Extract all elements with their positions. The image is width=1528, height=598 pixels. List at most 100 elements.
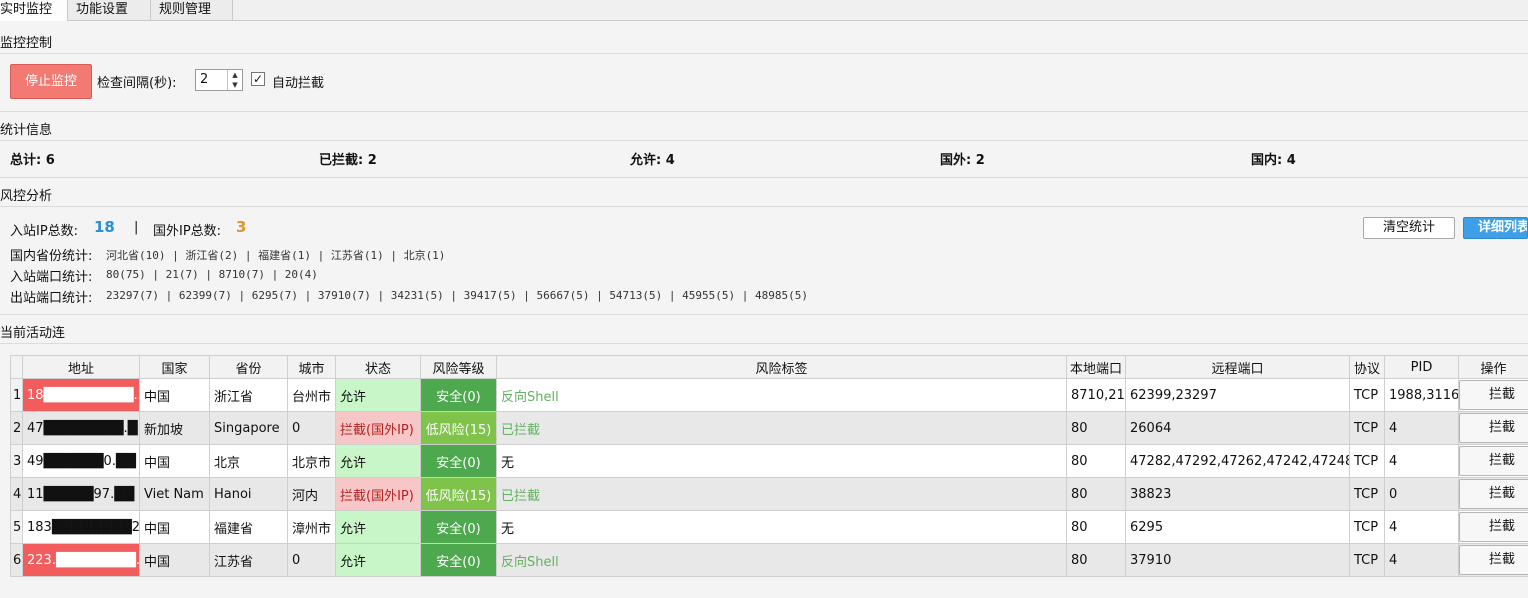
- col-header-province[interactable]: 省份: [209, 355, 288, 379]
- cell-city: 台州市: [287, 378, 336, 412]
- interval-spinbox[interactable]: 2 ▲ ▼: [195, 69, 243, 91]
- foreign-ip-total-value: 3: [236, 218, 247, 236]
- section-title-risk: 风控分析: [0, 189, 53, 204]
- cell-local-port: 8710,21: [1066, 378, 1126, 412]
- col-header-protocol[interactable]: 协议: [1349, 355, 1385, 379]
- cell-pid: 4: [1384, 444, 1459, 478]
- interval-value: 2: [200, 72, 209, 87]
- col-header-risk-level[interactable]: 风险等级: [420, 355, 497, 379]
- cell-protocol: TCP: [1349, 510, 1385, 544]
- cell-status: 允许: [335, 378, 421, 412]
- cell-risk-tag: 反向Shell: [496, 543, 1067, 577]
- cell-protocol: TCP: [1349, 378, 1385, 412]
- divider: [0, 343, 1528, 344]
- cell-pid: 1988,3116: [1384, 378, 1459, 412]
- cell-protocol: TCP: [1349, 444, 1385, 478]
- outbound-port-stats-values: 23297(7) | 62399(7) | 6295(7) | 37910(7)…: [106, 289, 808, 302]
- cell-country: 中国: [139, 543, 210, 577]
- block-button[interactable]: 拦截: [1459, 413, 1528, 443]
- tab-bar: 实时监控 功能设置 规则管理: [0, 0, 1528, 21]
- col-header-local-port[interactable]: 本地端口: [1066, 355, 1126, 379]
- cell-status: 允许: [335, 510, 421, 544]
- row-index: 3: [10, 444, 23, 478]
- table-row[interactable]: 4 11█████97.██ Viet Nam Hanoi 河内 拦截(国外IP) 低风险(…: [10, 477, 1528, 511]
- stop-monitor-button[interactable]: 停止监控: [10, 64, 92, 99]
- cell-country: Viet Nam: [139, 477, 210, 511]
- block-button[interactable]: 拦截: [1459, 545, 1528, 575]
- cell-remote-port: 6295: [1125, 510, 1350, 544]
- cell-risk-level: 安全(0): [420, 378, 497, 412]
- cell-remote-port: 26064: [1125, 411, 1350, 445]
- block-button[interactable]: 拦截: [1459, 446, 1528, 476]
- foreign-ip-total-label: 国外IP总数:: [153, 224, 222, 239]
- row-index: 1: [10, 378, 23, 412]
- stat-total: 总计: 6: [10, 153, 55, 168]
- block-button[interactable]: 拦截: [1459, 512, 1528, 542]
- cell-protocol: TCP: [1349, 411, 1385, 445]
- spin-arrows-icon[interactable]: ▲ ▼: [227, 70, 242, 90]
- table-row[interactable]: 6223.████████.22中国江苏省0允许安全(0)反向Shell8037…: [10, 543, 1528, 577]
- cell-country: 中国: [139, 444, 210, 478]
- col-header-address[interactable]: 地址: [22, 355, 140, 379]
- block-button[interactable]: 拦截: [1459, 380, 1528, 410]
- col-header-remote-port[interactable]: 远程端口: [1125, 355, 1350, 379]
- col-header-country[interactable]: 国家: [139, 355, 210, 379]
- tab-realtime-monitor[interactable]: 实时监控: [0, 0, 68, 21]
- cell-status: 允许: [335, 444, 421, 478]
- cell-province: Singapore: [209, 411, 288, 445]
- cell-local-port: 80: [1066, 444, 1126, 478]
- detail-list-button[interactable]: 详细列表: [1463, 217, 1528, 239]
- table-row[interactable]: 5183████████221中国福建省漳州市允许安全(0)无806295TCP…: [10, 510, 1528, 544]
- auto-block-label: 自动拦截: [272, 76, 325, 91]
- cell-action: 拦截: [1458, 411, 1528, 445]
- clear-stats-button[interactable]: 清空统计: [1363, 217, 1455, 239]
- cell-address: 18█████████.32: [22, 378, 140, 412]
- cell-province: 福建省: [209, 510, 288, 544]
- cell-remote-port: 47282,47292,47262,47242,47248: [1125, 444, 1350, 478]
- cell-country: 中国: [139, 510, 210, 544]
- cell-pid: 0: [1384, 477, 1459, 511]
- connections-table: 地址 国家 省份 城市 状态 风险等级 风险标签 本地端口 远程端口 协议 PI…: [10, 355, 1528, 577]
- stat-foreign: 国外: 2: [940, 153, 985, 168]
- cell-province: Hanoi: [209, 477, 288, 511]
- table-row[interactable]: 2 47████████.█1 新加坡 Singapore 0 拦截(国外IP) 低风险(1…: [10, 411, 1528, 445]
- tab-feature-settings[interactable]: 功能设置: [68, 0, 151, 20]
- tab-rule-management[interactable]: 规则管理: [151, 0, 233, 20]
- inbound-ip-total-label: 入站IP总数:: [10, 224, 79, 239]
- row-index: 5: [10, 510, 23, 544]
- cell-address: 49██████0.██: [22, 444, 140, 478]
- table-row[interactable]: 118█████████.32中国浙江省台州市允许安全(0)反向Shell871…: [10, 378, 1528, 412]
- cell-pid: 4: [1384, 510, 1459, 544]
- cell-risk-level: 低风险(15): [420, 477, 497, 511]
- cell-remote-port: 62399,23297: [1125, 378, 1350, 412]
- cell-risk-level: 安全(0): [420, 444, 497, 478]
- col-header-risk-tag[interactable]: 风险标签: [496, 355, 1067, 379]
- divider: [0, 206, 1528, 207]
- col-header-city[interactable]: 城市: [287, 355, 336, 379]
- col-header-action[interactable]: 操作: [1458, 355, 1528, 379]
- col-header-pid[interactable]: PID: [1384, 355, 1459, 379]
- inbound-port-stats-values: 80(75) | 21(7) | 8710(7) | 20(4): [106, 268, 318, 281]
- cell-remote-port: 38823: [1125, 477, 1350, 511]
- interval-label: 检查间隔(秒):: [97, 76, 177, 91]
- cell-risk-level: 安全(0): [420, 543, 497, 577]
- cell-action: 拦截: [1458, 510, 1528, 544]
- inbound-port-stats-label: 入站端口统计:: [10, 270, 93, 285]
- cell-risk-tag: 无: [496, 510, 1067, 544]
- cell-action: 拦截: [1458, 444, 1528, 478]
- cell-risk-level: 低风险(15): [420, 411, 497, 445]
- auto-block-checkbox[interactable]: ✓: [251, 72, 265, 86]
- cell-action: 拦截: [1458, 378, 1528, 412]
- table-row[interactable]: 3 49██████0.██ 中国 北京 北京市 允许 安全(0) 无 80 47282,4729…: [10, 444, 1528, 478]
- row-index: 2: [10, 411, 23, 445]
- cell-status: 允许: [335, 543, 421, 577]
- separator: |: [134, 220, 139, 235]
- inbound-ip-total-value: 18: [94, 218, 115, 236]
- col-header-status[interactable]: 状态: [335, 355, 421, 379]
- cell-protocol: TCP: [1349, 543, 1385, 577]
- cell-protocol: TCP: [1349, 477, 1385, 511]
- cell-risk-tag: 反向Shell: [496, 378, 1067, 412]
- cell-action: 拦截: [1458, 477, 1528, 511]
- table-header-row: 地址 国家 省份 城市 状态 风险等级 风险标签 本地端口 远程端口 协议 PI…: [10, 355, 1528, 379]
- block-button[interactable]: 拦截: [1459, 479, 1528, 509]
